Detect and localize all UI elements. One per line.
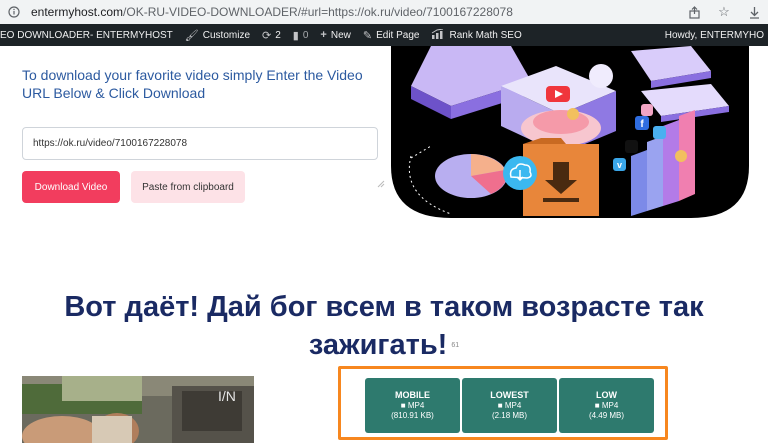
format-button-low[interactable]: LOW ■ MP4 (4.49 MB) [559, 378, 654, 433]
url-text[interactable]: entermyhost.com/OK-RU-VIDEO-DOWNLOADER/#… [31, 5, 513, 19]
site-name-label: EO DOWNLOADER- ENTERMYHOST [0, 29, 173, 41]
url-domain: entermyhost.com [31, 5, 124, 19]
format-button-mobile[interactable]: MOBILE ■ MP4 (810.91 KB) [365, 378, 460, 433]
format-button-lowest[interactable]: LOWEST ■ MP4 (2.18 MB) [462, 378, 557, 433]
adminbar-updates[interactable]: ⟳ 2 [256, 24, 287, 46]
video-title-text: Вот даёт! Дай бог всем в таком возрасте … [64, 291, 704, 361]
video-title: Вот даёт! Дай бог всем в таком возрасте … [0, 288, 768, 365]
svg-text:I/N: I/N [218, 388, 236, 404]
site-info-icon[interactable] [7, 5, 21, 19]
plus-icon: + [320, 29, 327, 41]
customize-label: Customize [202, 29, 251, 41]
hero-illustration: f v [391, 46, 749, 218]
brush-icon: 🖌 [184, 29, 199, 42]
pencil-icon: ✎ [362, 29, 373, 42]
format-type: MP4 [601, 401, 619, 410]
adminbar-customize[interactable]: 🖌 Customize [179, 24, 256, 46]
howdy-label: Howdy, ENTERMYHO [664, 29, 764, 41]
format-quality: LOWEST [490, 390, 529, 400]
download-video-button[interactable]: Download Video [22, 171, 120, 203]
video-camera-icon: ■ [497, 401, 503, 410]
adminbar-new[interactable]: + New [314, 24, 356, 46]
adminbar-account[interactable]: Howdy, ENTERMYHO [665, 24, 764, 46]
svg-text:v: v [617, 160, 622, 170]
video-camera-icon: ■ [594, 401, 600, 410]
view-count: 61 [451, 342, 460, 350]
format-type: MP4 [407, 401, 425, 410]
format-type: MP4 [504, 401, 522, 410]
format-quality: MOBILE [395, 390, 430, 400]
new-label: New [330, 29, 351, 41]
browser-address-bar[interactable]: entermyhost.com/OK-RU-VIDEO-DOWNLOADER/#… [0, 0, 768, 24]
video-url-input[interactable] [22, 127, 378, 160]
comments-count: 0 [302, 29, 309, 41]
page: entermyhost.com/OK-RU-VIDEO-DOWNLOADER/#… [0, 0, 768, 443]
download-icon[interactable] [746, 4, 762, 20]
format-size: (4.49 MB) [588, 411, 625, 420]
share-icon[interactable] [686, 4, 702, 20]
download-formats-panel: MOBILE ■ MP4 (810.91 KB) LOWEST ■ MP4 (2… [338, 366, 668, 440]
video-thumbnail[interactable]: I/N [22, 376, 254, 443]
format-quality: LOW [596, 390, 617, 400]
adminbar-edit-page[interactable]: ✎ Edit Page [357, 24, 426, 46]
paste-clipboard-button[interactable]: Paste from clipboard [131, 171, 245, 203]
comment-icon: ▮ [292, 29, 299, 42]
format-size: (2.18 MB) [491, 411, 528, 420]
adminbar-comments[interactable]: ▮ 0 [287, 24, 315, 46]
intro-text: To download your favorite video simply E… [22, 67, 363, 101]
format-size: (810.91 KB) [391, 411, 434, 420]
adminbar-rank-math[interactable]: Rank Math SEO [425, 24, 527, 46]
resize-handle-icon [377, 180, 387, 190]
adminbar-site-name[interactable]: EO DOWNLOADER- ENTERMYHOST [0, 24, 179, 46]
updates-count: 2 [275, 29, 281, 41]
rank-math-label: Rank Math SEO [449, 29, 522, 41]
rank-math-icon [431, 28, 445, 42]
url-path: /OK-RU-VIDEO-DOWNLOADER/#url=https://ok.… [123, 5, 513, 19]
video-camera-icon: ■ [400, 401, 406, 410]
edit-page-label: Edit Page [376, 29, 420, 41]
bookmark-star-icon[interactable]: ☆ [716, 4, 732, 20]
refresh-icon: ⟳ [262, 29, 272, 42]
wp-admin-bar: EO DOWNLOADER- ENTERMYHOST 🖌 Customize ⟳ 2… [0, 24, 768, 46]
